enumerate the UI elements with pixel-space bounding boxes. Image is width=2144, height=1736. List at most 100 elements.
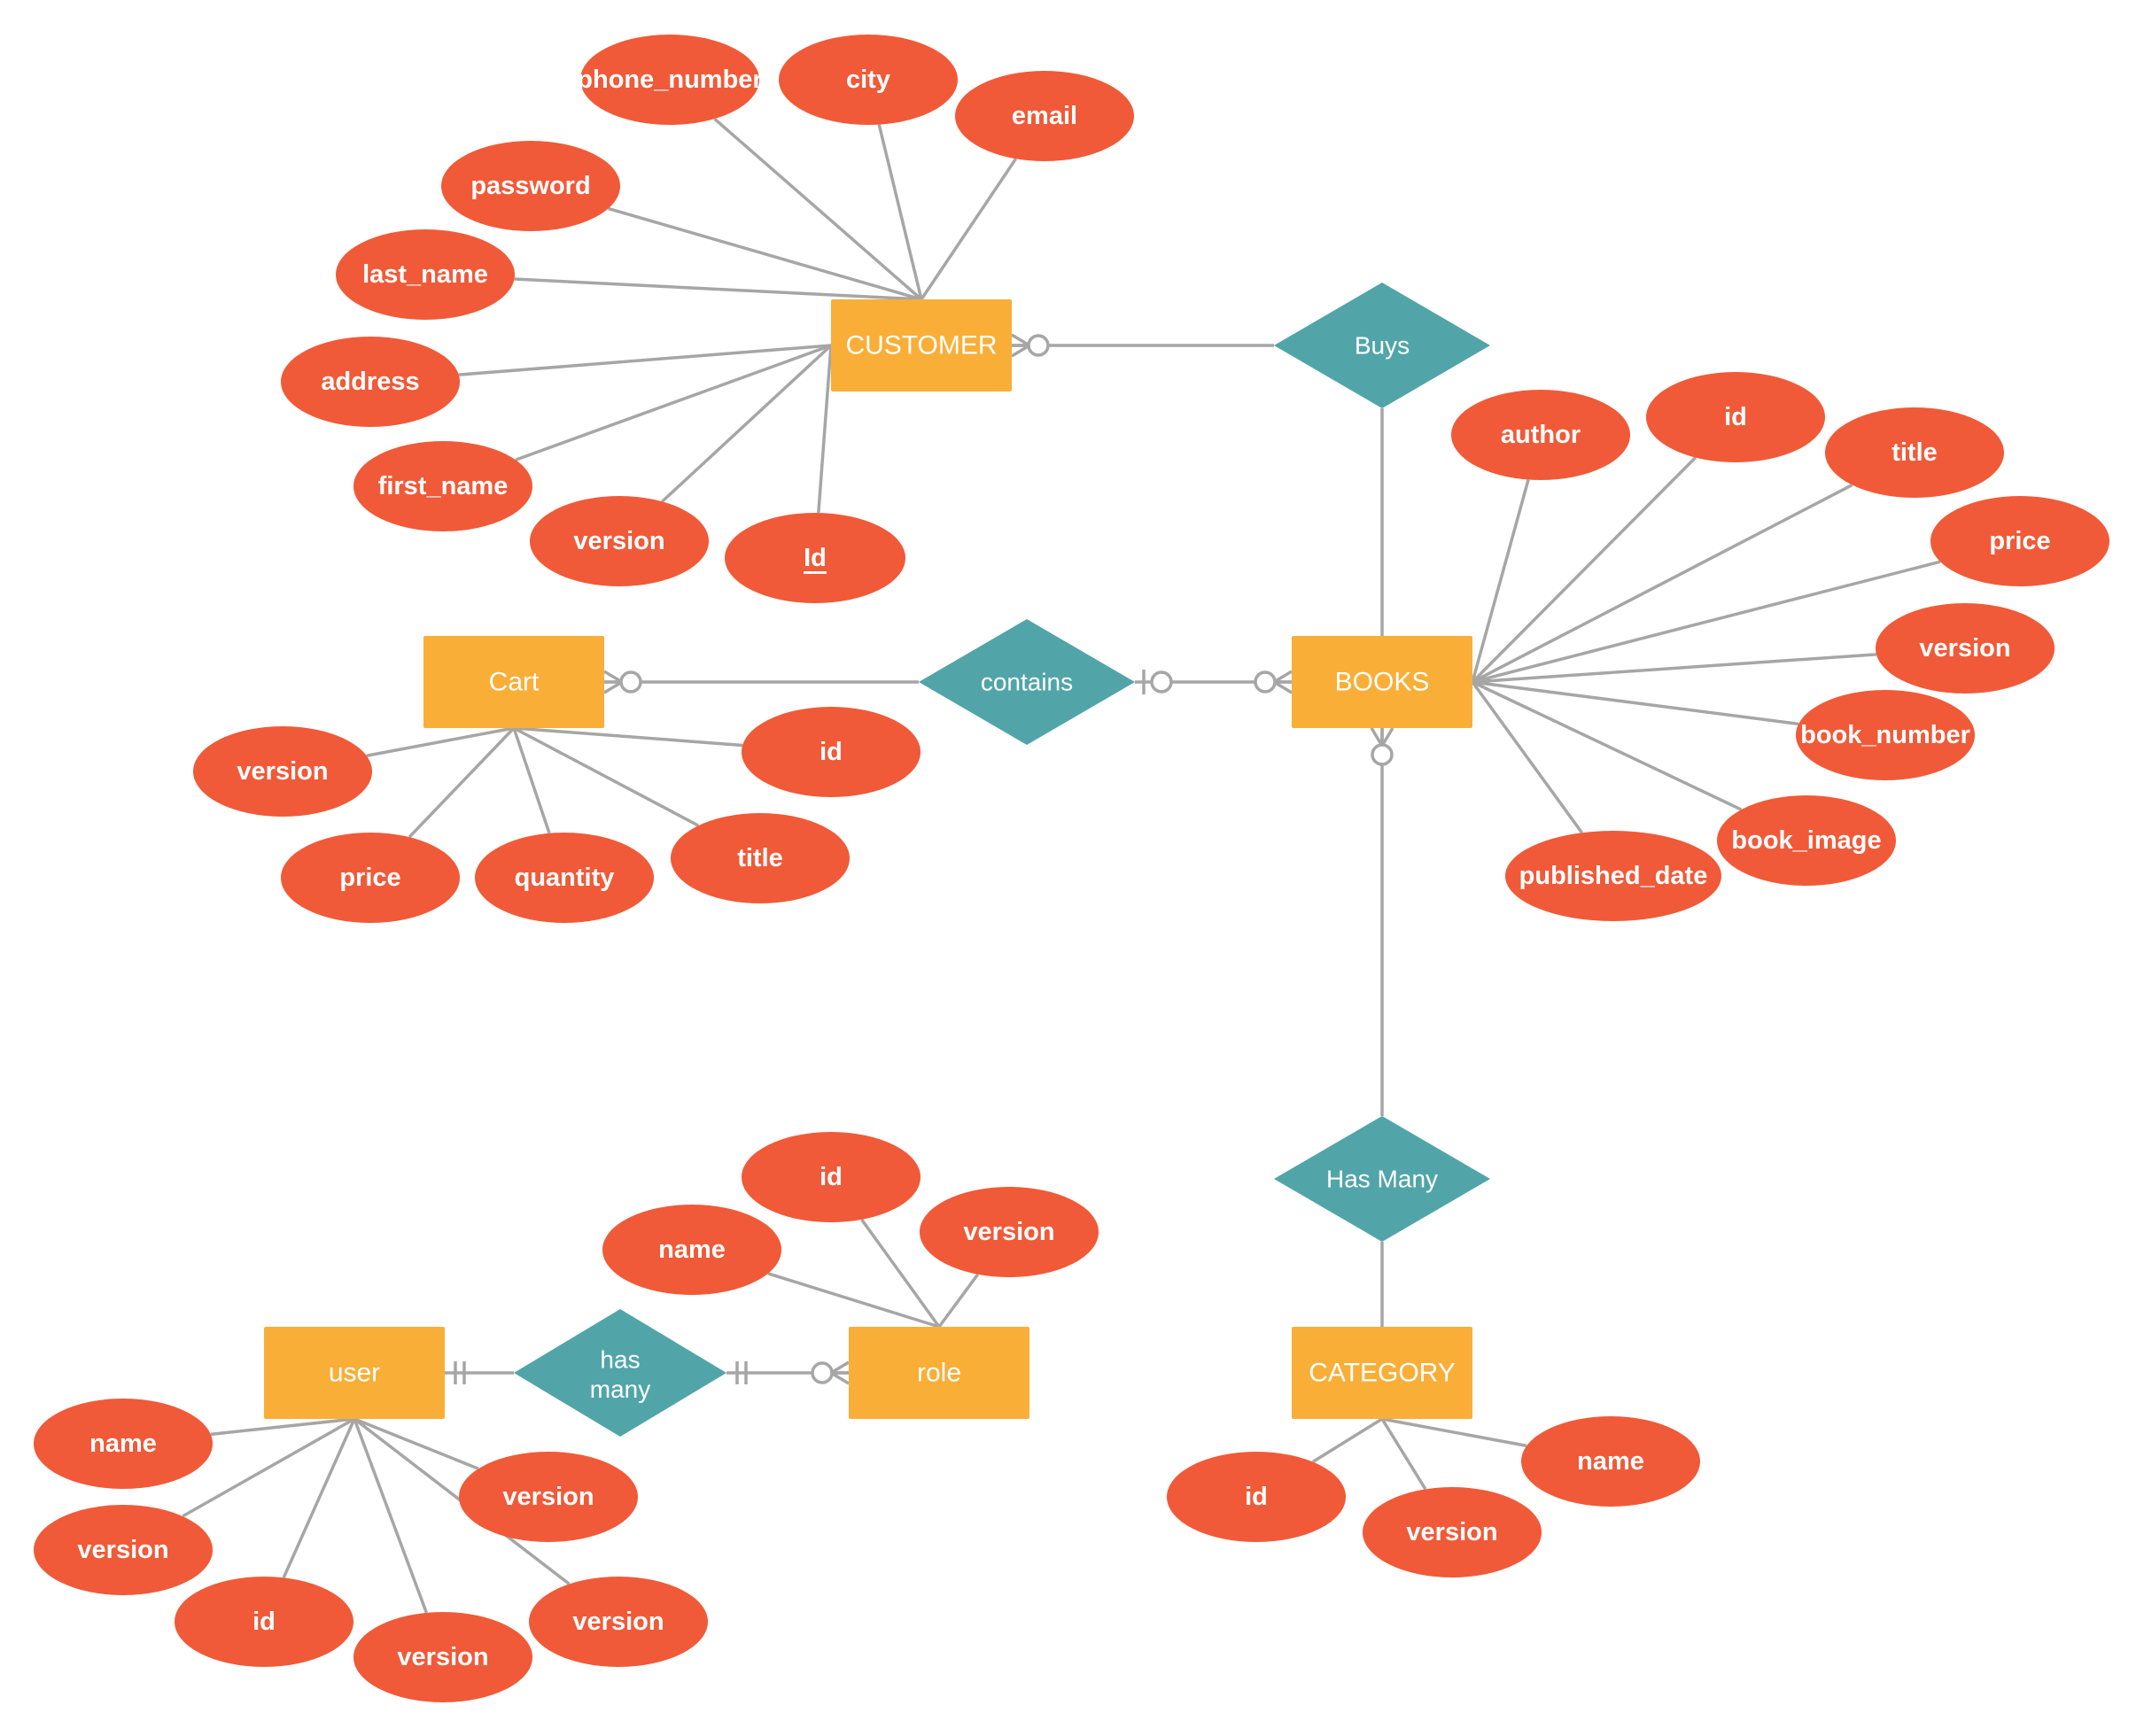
category-attr-link: [1380, 1418, 1427, 1491]
entity-label: CUSTOMER: [845, 331, 997, 360]
attribute-cart-price[interactable]: price: [281, 833, 460, 923]
cart-attr-link: [513, 726, 743, 748]
entity-label: user: [329, 1359, 380, 1388]
attribute-label: quantity: [515, 864, 615, 892]
diagram-shapes: phone_number city email password last_namead…: [34, 35, 2109, 1702]
attribute-label: last_name: [362, 260, 488, 289]
attribute-role-version[interactable]: version: [920, 1187, 1099, 1277]
relationship-label: Buys: [1355, 332, 1410, 360]
attribute-label: first_name: [378, 472, 509, 500]
attribute-label: city: [846, 66, 890, 94]
cardinality-zero-or-many-icon: [1370, 727, 1394, 766]
attribute-books-version[interactable]: version: [1876, 603, 2055, 694]
attribute-books-published_date[interactable]: published_date: [1505, 831, 1721, 921]
books-attr-link: [1472, 560, 1941, 684]
attribute-customer-id[interactable]: Id: [725, 513, 905, 603]
books-attr-link: [1472, 653, 1877, 684]
customer-attr-link: [713, 117, 923, 301]
attribute-label: email: [1012, 102, 1077, 130]
attribute-category-name[interactable]: name: [1521, 1416, 1700, 1507]
attribute-books-author[interactable]: author: [1451, 390, 1630, 480]
customer-attr-link: [817, 345, 833, 514]
attribute-label: title: [737, 844, 783, 872]
attribute-label: id: [252, 1608, 276, 1636]
attribute-label: address: [321, 368, 419, 396]
attribute-user-version[interactable]: version: [529, 1577, 708, 1667]
attribute-user-version[interactable]: version: [353, 1612, 532, 1702]
attribute-category-id[interactable]: id: [1167, 1452, 1346, 1542]
category-attr-link: [1311, 1417, 1383, 1463]
books-attr-link: [1472, 680, 1799, 726]
attribute-customer-first_name[interactable]: first_name: [353, 441, 532, 531]
entity-label: Cart: [489, 668, 540, 697]
entity-category[interactable]: CATEGORY: [1292, 1327, 1472, 1419]
attribute-label: Id: [804, 544, 827, 572]
cardinality-zero-or-many-icon: [1011, 333, 1050, 358]
attribute-customer-last_name[interactable]: last_name: [336, 229, 515, 320]
entity-label: BOOKS: [1335, 668, 1430, 697]
entity-customer[interactable]: CUSTOMER: [831, 299, 1012, 391]
attribute-label: version: [502, 1483, 594, 1511]
attribute-label: version: [573, 527, 664, 555]
attribute-label: price: [1989, 527, 2050, 555]
attribute-label: phone_number: [577, 66, 762, 94]
attribute-cart-version[interactable]: version: [193, 726, 372, 817]
role-attr-link: [937, 1273, 980, 1329]
attribute-label: version: [1919, 634, 2010, 663]
attribute-customer-password[interactable]: password: [441, 141, 620, 231]
attribute-customer-city[interactable]: city: [779, 35, 958, 125]
attribute-label: title: [1892, 438, 1938, 467]
attribute-label: version: [963, 1218, 1054, 1246]
attribute-user-id[interactable]: id: [175, 1577, 353, 1667]
attribute-cart-quantity[interactable]: quantity: [475, 833, 654, 923]
attribute-customer-email[interactable]: email: [955, 71, 1134, 161]
attribute-label: version: [1406, 1518, 1497, 1546]
customer-attr-link: [458, 344, 832, 376]
attribute-label: name: [1577, 1447, 1644, 1476]
attribute-label: book_number: [1800, 721, 1970, 749]
books-attr-link: [1471, 680, 1583, 834]
attribute-label: id: [820, 738, 843, 766]
entity-role[interactable]: role: [849, 1327, 1029, 1419]
attribute-label: author: [1501, 421, 1581, 449]
attribute-label: version: [397, 1643, 488, 1671]
attribute-user-version[interactable]: version: [34, 1505, 213, 1595]
attribute-customer-phone_number[interactable]: phone_number: [577, 35, 763, 125]
attribute-user-name[interactable]: name: [34, 1399, 213, 1489]
attribute-label: password: [470, 172, 590, 200]
attribute-books-title[interactable]: title: [1825, 407, 2004, 498]
attribute-customer-address[interactable]: address: [281, 337, 460, 427]
attribute-books-book_image[interactable]: book_image: [1717, 795, 1896, 886]
attribute-cart-title[interactable]: title: [671, 813, 850, 903]
relationship-has-many-cat[interactable]: Has Many: [1274, 1116, 1490, 1242]
user-attr-link: [353, 1417, 479, 1470]
attribute-label: id: [1245, 1483, 1268, 1511]
relationship-buys[interactable]: Buys: [1274, 283, 1490, 408]
attribute-books-book_number[interactable]: book_number: [1796, 690, 1975, 780]
attribute-books-id[interactable]: id: [1646, 372, 1825, 462]
attribute-label: id: [1724, 403, 1747, 431]
cardinality-zero-or-many-icon: [603, 670, 642, 694]
attribute-category-version[interactable]: version: [1363, 1487, 1542, 1577]
attribute-customer-version[interactable]: version: [530, 496, 709, 586]
entity-user[interactable]: user: [264, 1327, 445, 1419]
attribute-role-name[interactable]: name: [602, 1205, 781, 1295]
entity-cart[interactable]: Cart: [423, 636, 604, 728]
entity-label: role: [917, 1359, 961, 1388]
relationship-label: contains: [981, 669, 1073, 696]
attribute-user-version[interactable]: version: [459, 1452, 638, 1542]
customer-attr-link: [920, 158, 1018, 300]
attribute-role-id[interactable]: id: [742, 1132, 921, 1222]
cardinality-zero-or-many-icon: [1254, 670, 1293, 694]
attribute-label: book_image: [1731, 826, 1881, 855]
attribute-label: id: [820, 1163, 843, 1191]
relationship-has-many-role[interactable]: has many: [514, 1309, 726, 1437]
attribute-books-price[interactable]: price: [1930, 496, 2109, 586]
role-attr-link: [767, 1272, 940, 1329]
entity-books[interactable]: BOOKS: [1292, 636, 1472, 728]
attribute-label: name: [89, 1430, 157, 1458]
customer-attr-link: [515, 344, 832, 461]
attribute-cart-id[interactable]: id: [742, 707, 921, 797]
books-attr-link: [1471, 479, 1530, 683]
relationship-contains[interactable]: contains: [919, 619, 1135, 745]
